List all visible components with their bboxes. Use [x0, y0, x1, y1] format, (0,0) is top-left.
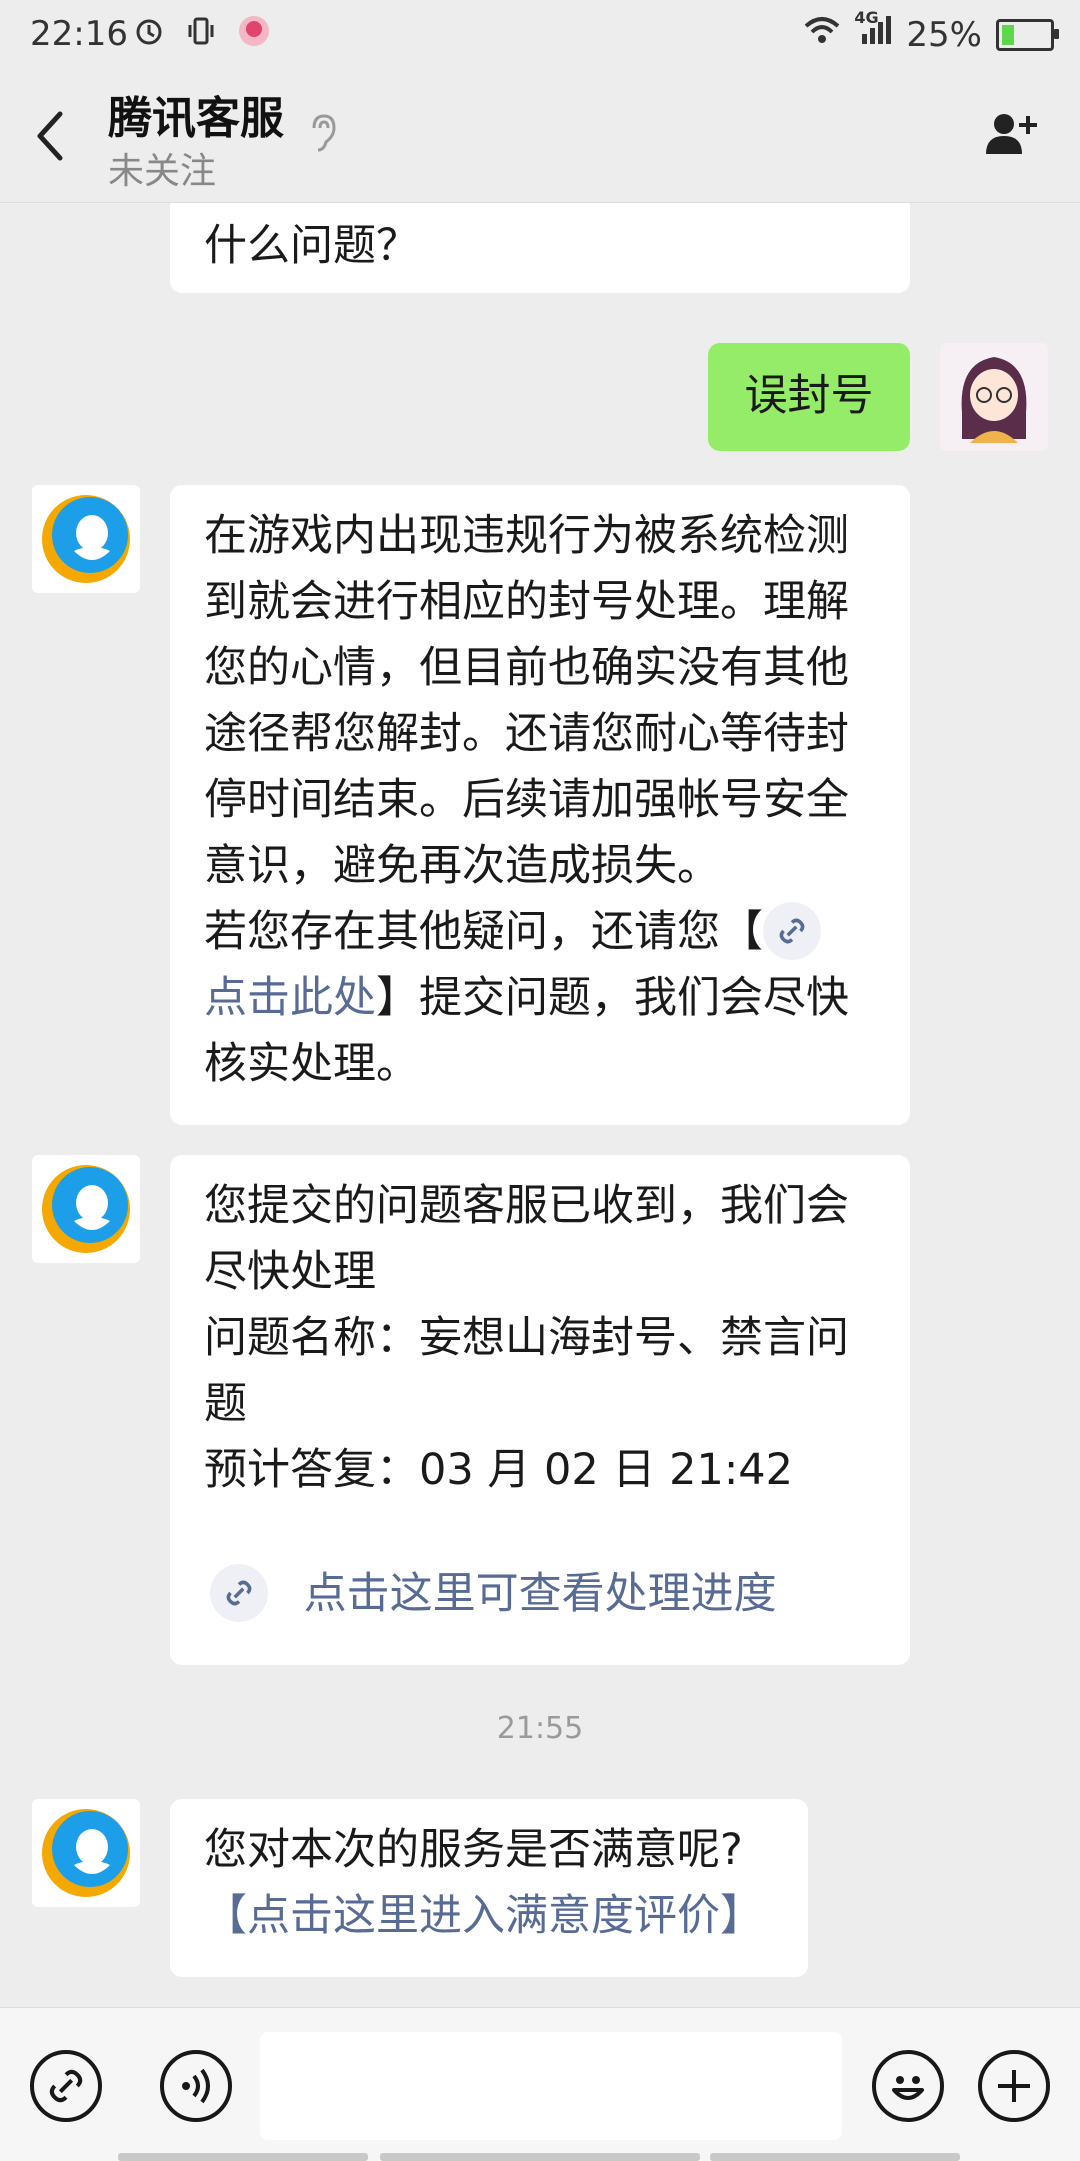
- message-timestamp: 21:55: [496, 1711, 584, 1746]
- mini-program-link-icon[interactable]: [763, 901, 821, 960]
- message-line: 您对本次的服务是否满意呢?: [204, 1825, 743, 1875]
- message-line: 问题名称：妄想山海封号、禁言问: [204, 1313, 849, 1363]
- service-avatar[interactable]: [32, 1155, 140, 1263]
- satisfaction-survey-link[interactable]: 【点击这里进入满意度评价】: [204, 1883, 774, 1949]
- chat-title[interactable]: 腾讯客服: [108, 82, 284, 146]
- message-line: 什么问题？: [204, 221, 419, 271]
- message-line: 复，很高兴为您服务，您您要咨询: [204, 203, 876, 213]
- service-avatar[interactable]: [32, 485, 140, 593]
- service-avatar[interactable]: [32, 1799, 140, 1907]
- plus-icon[interactable]: [978, 2050, 1050, 2122]
- view-progress-link[interactable]: 点击这里可查看处理进度: [304, 1569, 777, 1619]
- alarm-icon: [133, 15, 165, 51]
- battery-percent: 25%: [906, 14, 982, 55]
- user-avatar[interactable]: [940, 343, 1048, 451]
- user-message-bubble[interactable]: 误封号: [708, 343, 910, 451]
- add-contact-icon[interactable]: [984, 110, 1040, 164]
- message-line: 若您存在其他疑问，还请您【: [204, 907, 763, 957]
- user-message-text: 误封号: [744, 371, 874, 421]
- message-line: 途径帮您解封。还请您耐心等待封: [204, 709, 849, 759]
- message-line: 题: [204, 1379, 247, 1429]
- voice-icon[interactable]: [160, 2050, 232, 2122]
- message-line: 停时间结束。后续请加强帐号安全: [204, 775, 849, 825]
- mini-program-link-icon[interactable]: [210, 1563, 268, 1622]
- message-bubble-partial: 复，很高兴为您服务，您您要咨询 什么问题？: [170, 203, 910, 293]
- service-message-bubble[interactable]: 您对本次的服务是否满意呢? 【点击这里进入满意度评价】: [170, 1799, 808, 1977]
- emoji-icon[interactable]: [872, 2050, 944, 2122]
- message-line: 您提交的问题客服已收到，我们会: [204, 1181, 849, 1231]
- status-bar: 22:16 4G 25%: [0, 0, 1080, 76]
- back-icon[interactable]: [30, 106, 80, 176]
- wifi-icon: [802, 14, 842, 55]
- message-line: 到就会进行相应的封号处理。理解: [204, 577, 849, 627]
- input-toolbar: [0, 2007, 1080, 2161]
- message-line: 预计答复：03 月 02 日 21:42: [204, 1445, 794, 1495]
- signal-icon: 4G: [854, 8, 892, 55]
- submit-question-link[interactable]: 点击此处: [204, 973, 376, 1023]
- message-line: 您的心情，但目前也确实没有其他: [204, 643, 849, 693]
- ear-icon: [308, 112, 338, 160]
- message-line: 核实处理。: [204, 1039, 419, 1089]
- battery-icon: [996, 18, 1059, 51]
- app-notification-icon: [237, 14, 271, 52]
- mini-program-icon[interactable]: [30, 2050, 102, 2122]
- message-line: 意识，避免再次造成损失。: [204, 841, 720, 891]
- battery-fill: [1002, 24, 1014, 45]
- message-line: 尽快处理: [204, 1247, 376, 1297]
- service-message-bubble[interactable]: 在游戏内出现违规行为被系统检测 到就会进行相应的封号处理。理解 您的心情，但目前…: [170, 485, 910, 1125]
- service-message-bubble[interactable]: 您提交的问题客服已收到，我们会 尽快处理 问题名称：妄想山海封号、禁言问 题 预…: [170, 1155, 910, 1665]
- chat-header: 腾讯客服 未关注: [0, 76, 1080, 203]
- message-line: 在游戏内出现违规行为被系统检测: [204, 511, 849, 561]
- network-type: 4G: [854, 8, 879, 27]
- chat-list[interactable]: 复，很高兴为您服务，您您要咨询 什么问题？ 误封号 在游戏内出现违规行为被系统检…: [0, 203, 1080, 2007]
- message-line: 】提交问题，我们会尽快: [376, 973, 849, 1023]
- message-input[interactable]: [260, 2032, 842, 2140]
- follow-status: 未关注: [108, 151, 217, 192]
- status-time: 22:16: [30, 14, 128, 54]
- vibrate-icon: [185, 15, 217, 51]
